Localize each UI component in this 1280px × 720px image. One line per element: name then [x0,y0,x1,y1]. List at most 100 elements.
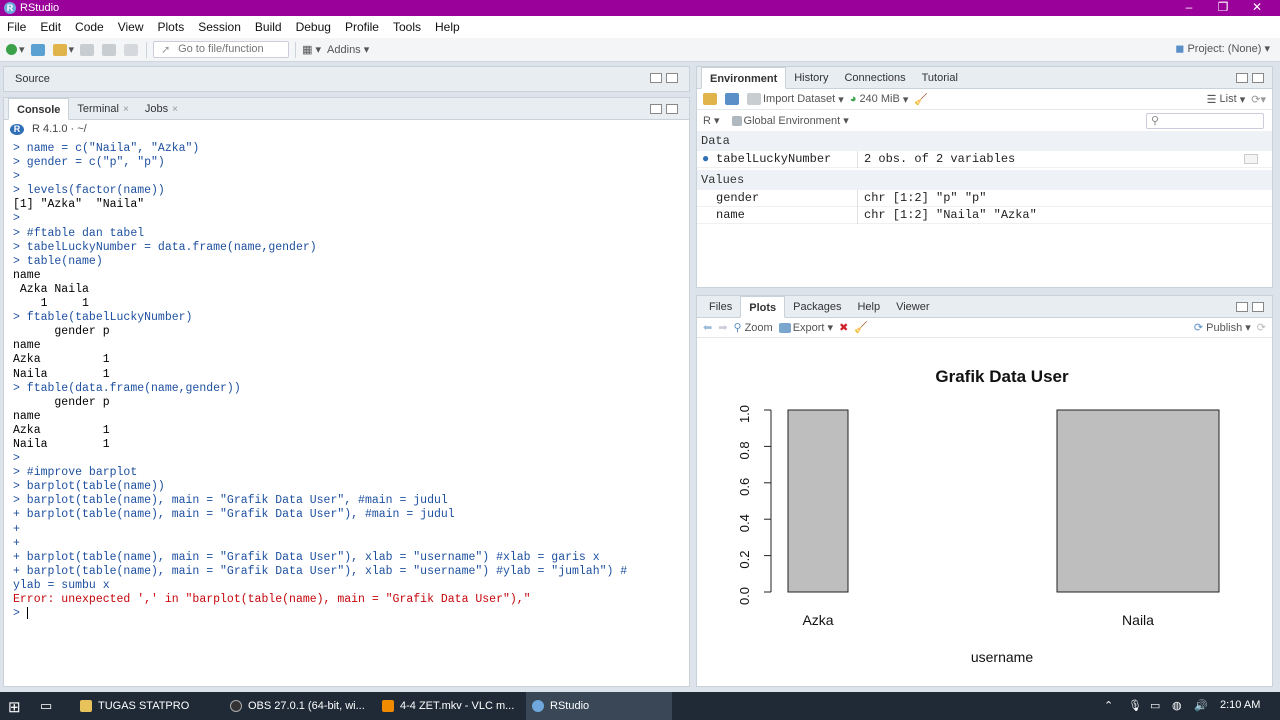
menu-edit[interactable]: Edit [33,20,68,34]
export-button[interactable]: Export ▾ [778,321,833,334]
console-command-line: > #ftable dan tabel [13,226,145,240]
load-workspace-icon[interactable] [703,93,719,105]
y-tick-label: 0.0 [737,587,752,605]
taskbar-item-explorer[interactable]: TUGAS STATPRO [74,692,218,720]
broom-icon[interactable]: 🧹 [914,93,928,106]
bar-naila [1056,409,1220,593]
taskbar-item-vlc[interactable]: 4-4 ZET.mkv - VLC m... [376,692,520,720]
remove-plot-icon[interactable]: ✖ [839,321,848,334]
memory-usage-button[interactable]: ◕ 240 MiB ▾ [850,93,909,106]
save-icon[interactable] [80,43,96,56]
console-output-line: name [13,268,41,282]
plots-toolbar: ⬅ ➡ ⚲ Zoom Export ▾ ✖ 🧹 ⟳ Publish ▾ ⟳ [697,318,1272,338]
new-file-icon[interactable]: ▾ [6,43,25,56]
rstudio-app-icon: R [4,2,16,14]
menu-profile[interactable]: Profile [338,20,386,34]
expand-icon[interactable]: ● [702,152,709,166]
maximize-pane-icon[interactable] [1252,73,1264,83]
print-icon[interactable] [124,43,140,56]
task-view-icon[interactable]: ▭ [40,698,52,714]
tab-packages[interactable]: Packages [785,296,849,318]
tab-terminal[interactable]: Terminal × [69,98,136,120]
environment-search-input[interactable]: ⚲ [1146,113,1264,129]
list-view-label: List [1219,93,1237,105]
clear-plots-icon[interactable]: 🧹 [854,321,868,334]
grid-icon[interactable]: ▦ ▾ [302,43,321,56]
microphone-icon[interactable]: 🎙 [1128,699,1142,712]
menu-file[interactable]: File [0,20,33,34]
tab-environment[interactable]: Environment [701,67,787,89]
minimize-pane-icon[interactable] [1236,73,1248,83]
tab-tutorial[interactable]: Tutorial [914,67,966,89]
minimize-pane-icon[interactable] [650,104,662,114]
close-tab-icon[interactable]: × [172,104,178,115]
column-divider [857,190,858,207]
source-label: Source [15,73,50,85]
console-output-line: name [13,409,41,423]
refresh-icon[interactable]: ⟳▾ [1251,93,1266,106]
volume-icon[interactable]: 🔊 [1194,699,1208,712]
menu-debug[interactable]: Debug [289,20,338,34]
tab-jobs[interactable]: Jobs × [137,98,186,120]
taskbar-item-rstudio[interactable]: RStudio [526,692,672,720]
forward-arrow-icon[interactable]: ➡ [718,321,727,334]
env-data-row[interactable]: ● tabelLuckyNumber 2 obs. of 2 variables [697,151,1272,168]
save-all-icon[interactable] [102,43,118,56]
menu-build[interactable]: Build [248,20,289,34]
save-workspace-icon[interactable] [725,93,741,105]
minimize-pane-icon[interactable] [650,73,662,83]
tab-files[interactable]: Files [701,296,740,318]
tab-connections[interactable]: Connections [836,67,913,89]
import-dataset-button[interactable]: Import Dataset ▾ [747,93,844,106]
go-to-file-input[interactable]: ➚ Go to file/function [153,41,290,58]
close-icon[interactable]: ✕ [1240,0,1274,16]
env-variable-name: tabelLuckyNumber [716,152,832,166]
zoom-button[interactable]: ⚲ Zoom [733,321,773,335]
minimize-icon[interactable]: – [1172,0,1206,16]
menu-help[interactable]: Help [428,20,467,34]
language-select[interactable]: R ▾ [703,114,720,128]
network-icon[interactable]: ◍ [1172,699,1182,712]
env-value-row[interactable]: name chr [1:2] "Naila" "Azka" [697,207,1272,224]
list-view-button[interactable]: ☰ List ▾ [1207,93,1246,106]
back-arrow-icon[interactable]: ⬅ [703,321,712,334]
taskbar-item-obs[interactable]: OBS 27.0.1 (64-bit, wi... [224,692,368,720]
menu-plots[interactable]: Plots [151,20,192,34]
publish-icon: ⟳ [1193,322,1204,334]
minimize-pane-icon[interactable] [1236,302,1248,312]
new-project-icon[interactable] [30,43,47,56]
menu-tools[interactable]: Tools [386,20,428,34]
table-view-icon[interactable] [1244,154,1258,164]
chevron-up-icon[interactable]: ⌃ [1104,699,1113,712]
publish-button[interactable]: ⟳ Publish ▾ [1193,321,1251,335]
zoom-label: Zoom [744,321,773,334]
restore-icon[interactable]: ❐ [1206,0,1240,16]
menu-session[interactable]: Session [191,20,248,34]
tab-help-label: Help [857,301,881,313]
maximize-pane-icon[interactable] [666,73,678,83]
console-output[interactable]: > name = c("Naila", "Azka") > gender = c(… [13,142,627,621]
windows-start-icon[interactable]: ⊞ [8,698,21,716]
tab-plots[interactable]: Plots [740,296,786,318]
console-output-line: name [13,339,41,353]
tab-help[interactable]: Help [849,296,888,318]
close-tab-icon[interactable]: × [123,104,129,115]
refresh-icon[interactable]: ⟳ [1257,321,1266,334]
open-file-icon[interactable]: ▾ [52,43,74,56]
maximize-pane-icon[interactable] [666,104,678,114]
clock[interactable]: 2:10 AM [1220,699,1260,711]
import-dataset-label: Import Dataset [763,93,836,105]
tab-jobs-label: Jobs [144,103,169,115]
tab-console[interactable]: Console [8,98,70,120]
addins-button[interactable]: Addins ▾ [327,43,369,57]
maximize-pane-icon[interactable] [1252,302,1264,312]
column-divider [857,151,858,168]
menu-view[interactable]: View [111,20,151,34]
project-menu[interactable]: ◼ Project: (None) ▾ [1175,42,1270,55]
environment-scope-select[interactable]: Global Environment ▾ [731,114,849,127]
battery-icon[interactable]: ▭ [1150,699,1160,712]
tab-viewer[interactable]: Viewer [888,296,937,318]
env-value-row[interactable]: gender chr [1:2] "p" "p" [697,190,1272,207]
menu-code[interactable]: Code [68,20,111,34]
tab-history[interactable]: History [786,67,836,89]
